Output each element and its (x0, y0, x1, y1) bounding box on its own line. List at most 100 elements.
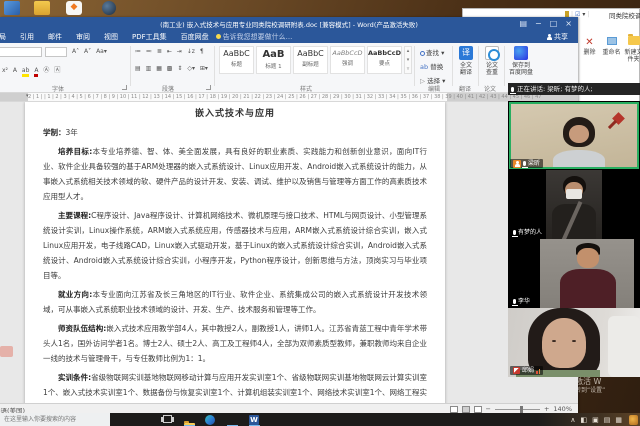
baidu-netdisk-icon (514, 46, 528, 60)
formatting-marks-icon[interactable]: ¶ (200, 48, 204, 55)
line-spacing-icon[interactable]: ⇕ (177, 65, 182, 72)
browser-sphere-icon[interactable] (102, 1, 116, 15)
tray-folder-icon[interactable]: ▤ (604, 416, 611, 424)
find-button[interactable]: 查找 ▾ (420, 47, 454, 57)
multilevel-list-icon[interactable]: ≣ (157, 48, 162, 55)
video-tile-liangxin[interactable]: 梁昕 (508, 101, 640, 170)
style-title[interactable]: AaBbC 标题 (219, 46, 254, 74)
tray-expand-icon[interactable]: ∧ (570, 416, 575, 424)
print-layout-icon[interactable] (462, 406, 470, 413)
video-tiles: 梁昕 有梦的人 李华 (508, 101, 640, 377)
maximize-button[interactable]: □ (550, 17, 558, 30)
increase-indent-icon[interactable]: ⇥ (177, 48, 182, 55)
edge-icon[interactable] (205, 415, 215, 425)
monitor-icon[interactable]: ▦ (615, 416, 622, 424)
zoom-slider-thumb[interactable] (520, 406, 523, 413)
word-app-icon[interactable]: W (249, 415, 259, 425)
rename-button[interactable]: 重命名 (601, 36, 622, 56)
sort-icon[interactable]: ↓z (187, 48, 195, 55)
sogou-flame-icon[interactable]: ◆ (66, 1, 82, 15)
read-mode-icon[interactable] (450, 406, 458, 413)
tray-notification-icon[interactable] (629, 415, 638, 425)
replace-button[interactable]: ab 替换 (420, 61, 454, 71)
dropdown-icon[interactable]: ▾ (582, 11, 585, 18)
display-icon[interactable]: ▣ (592, 416, 599, 424)
enclose-character-icon[interactable]: Ⓐ (43, 67, 49, 74)
font-name-box[interactable] (0, 47, 42, 57)
share-button[interactable]: 共享 (547, 30, 568, 43)
document-page[interactable]: 嵌入式技术与应用 学制：3年 培养目标:本专业培养德、智、体、美全面发展，具有良… (25, 102, 445, 403)
change-case-icon[interactable]: Aa▾ (96, 48, 107, 55)
video-tile-qiujuan[interactable]: 邱娟 (508, 308, 640, 377)
tab-mailings[interactable]: 邮件 (41, 32, 69, 42)
video-tile-lihua[interactable]: 李华 (508, 239, 640, 308)
font-dialog-launcher[interactable] (122, 85, 127, 90)
style-subtitle[interactable]: AaBbC 副标题 (293, 46, 328, 74)
bullets-icon[interactable]: ≔ (135, 48, 141, 55)
rename-icon (601, 36, 622, 49)
tab-pdf-tools[interactable]: PDF工具集 (125, 32, 174, 42)
new-folder-button[interactable]: 新建文件夹 (623, 36, 640, 63)
shading-icon[interactable]: ◇▾ (187, 65, 195, 72)
web-layout-icon[interactable] (474, 406, 482, 413)
media-folder-icon[interactable] (34, 1, 50, 15)
numbering-icon[interactable]: ≕ (146, 48, 152, 55)
ribbon-display-options-button[interactable]: ▤ (519, 17, 527, 30)
style-keypoint[interactable]: AaBbCcD 要点 (367, 46, 402, 74)
text-effects-icon[interactable]: A (13, 67, 17, 74)
tab-review[interactable]: 审阅 (69, 32, 97, 42)
participant-label: 李华 (510, 297, 533, 306)
highlight-icon[interactable]: ab (22, 67, 30, 77)
tab-layout[interactable]: 布局 (0, 32, 13, 42)
horizontal-ruler[interactable]: ▾ 2 | 1 | | 1 | 2 | 3 | 4 | 5 | 6 | 7 | … (0, 93, 578, 102)
wall-ornament (612, 112, 625, 125)
background-window-fragment (0, 346, 13, 357)
editing-group-label: 编辑 (428, 84, 440, 93)
zoom-slider[interactable] (495, 409, 540, 410)
pillow (608, 316, 640, 377)
tab-view[interactable]: 视图 (97, 32, 125, 42)
tab-references[interactable]: 引用 (13, 32, 41, 42)
document-area[interactable]: 嵌入式技术与应用 学制：3年 培养目标:本专业培养德、智、体、美全面发展，具有良… (0, 102, 578, 403)
font-row1: A˄ A˅ Aa▾ (72, 48, 110, 55)
video-tile-youmengderen[interactable]: 有梦的人 (508, 170, 640, 239)
zoom-in-button[interactable]: + (544, 405, 549, 413)
tab-baidu-netdisk[interactable]: 百度网盘 (174, 32, 216, 42)
style-emphasis[interactable]: AaBbCcD 强调 (330, 46, 365, 74)
shrink-font-icon[interactable]: A˅ (84, 48, 91, 55)
styles-gallery-scroll[interactable]: ▴▾▿ (404, 46, 412, 74)
signal-icon (536, 368, 540, 374)
save-to-baidu-button[interactable]: 保存到 百度网盘 (506, 46, 536, 76)
ribbon-tab-strip: 布局 引用 邮件 审阅 视图 PDF工具集 百度网盘 告诉我您想要做什么... (0, 30, 578, 43)
decrease-indent-icon[interactable]: ⇤ (167, 48, 172, 55)
font-color-icon[interactable]: A (34, 67, 38, 77)
close-button[interactable]: × (565, 17, 572, 30)
taskbar: W ∧ ◧ ▣ ▤ ▦ (0, 413, 640, 426)
new-folder-icon (623, 36, 640, 49)
delete-button[interactable]: ✕ 删除 (579, 36, 600, 56)
character-border-icon[interactable]: 🄰 (54, 67, 60, 74)
borders-icon[interactable]: ⊞▾ (200, 65, 208, 72)
tell-me-box[interactable]: 告诉我您想要做什么... (216, 32, 293, 42)
zoom-level[interactable]: 140% (553, 405, 572, 413)
align-center-icon[interactable]: ▥ (146, 65, 152, 72)
justify-icon[interactable]: ▩ (167, 65, 173, 72)
grow-font-icon[interactable]: A˄ (72, 48, 79, 55)
align-left-icon[interactable]: ▤ (135, 65, 141, 72)
style-heading1[interactable]: AaB 标题 1 (256, 46, 291, 74)
app-blue-icon[interactable] (4, 1, 20, 15)
paragraph-dialog-launcher[interactable] (206, 85, 211, 90)
task-view-icon[interactable] (163, 415, 172, 423)
word-titlebar[interactable]: (南工业) 嵌入式技术与应用专业同类院校调研附表.doc [兼容模式] - Wo… (0, 17, 578, 30)
superscript-icon[interactable]: x² (2, 67, 8, 74)
paper-check-button[interactable]: 论文 查重 (480, 46, 504, 76)
explorer-title: 同类院校调研 (609, 10, 640, 20)
minimize-button[interactable]: − (535, 17, 542, 30)
volume-icon[interactable]: ◧ (581, 416, 588, 424)
face-mask (566, 189, 582, 199)
full-text-translate-button[interactable]: 译 全文 翻译 (454, 46, 478, 76)
taskbar-search-input[interactable] (0, 413, 110, 426)
align-right-icon[interactable]: ▦ (156, 65, 162, 72)
zoom-out-button[interactable]: − (486, 405, 491, 413)
font-size-box[interactable] (45, 47, 67, 57)
